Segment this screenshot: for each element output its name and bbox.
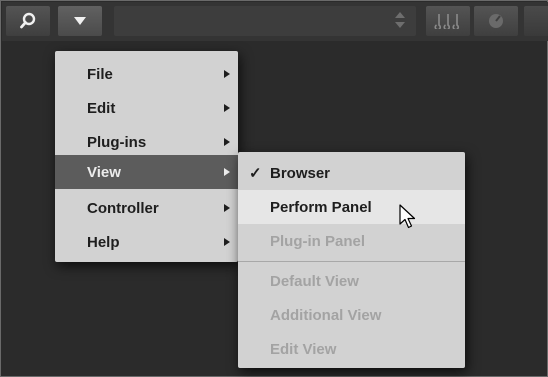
metronome-button[interactable] bbox=[474, 6, 518, 36]
menu-item-label: Edit bbox=[87, 99, 116, 117]
submenu-item-plug-in-panel: Plug-in Panel bbox=[238, 224, 465, 258]
submenu-arrow-icon bbox=[224, 204, 230, 212]
submenu-item-additional-view: Additional View bbox=[238, 298, 465, 332]
submenu-item-label: Plug-in Panel bbox=[270, 232, 366, 250]
menu-item-edit[interactable]: Edit bbox=[55, 91, 238, 125]
menu-separator bbox=[238, 261, 465, 262]
menu-item-label: File bbox=[87, 65, 113, 83]
metronome-icon bbox=[489, 14, 503, 28]
notes-button[interactable] bbox=[426, 6, 470, 36]
submenu-item-label: Edit View bbox=[270, 340, 337, 358]
main-menu-button[interactable] bbox=[58, 6, 102, 36]
menu-item-plug-ins[interactable]: Plug-ins bbox=[55, 125, 238, 159]
submenu-item-perform-panel[interactable]: Perform Panel bbox=[238, 190, 465, 224]
submenu-item-label: Default View bbox=[270, 272, 359, 290]
menu-item-controller[interactable]: Controller bbox=[55, 191, 238, 225]
submenu-item-label: Browser bbox=[270, 164, 331, 182]
submenu-arrow-icon bbox=[224, 168, 230, 176]
search-icon bbox=[20, 12, 36, 29]
main-menu: File Edit Plug-ins View Controller Help bbox=[55, 51, 238, 262]
submenu-arrow-icon bbox=[224, 238, 230, 246]
submenu-arrow-icon bbox=[224, 138, 230, 146]
submenu-item-browser[interactable]: ✓ Browser bbox=[238, 156, 465, 190]
mouse-pointer-icon bbox=[399, 204, 416, 229]
submenu-arrow-icon bbox=[224, 104, 230, 112]
project-name-field[interactable] bbox=[114, 6, 416, 36]
triangle-down-icon bbox=[74, 17, 86, 25]
menu-item-label: Help bbox=[87, 233, 120, 251]
checkmark-icon: ✓ bbox=[249, 165, 262, 182]
toolbar bbox=[2, 2, 548, 41]
menu-item-help[interactable]: Help bbox=[55, 225, 238, 259]
view-submenu: ✓ Browser Perform Panel Plug-in Panel De… bbox=[238, 152, 465, 368]
menu-item-label: Controller bbox=[87, 199, 159, 217]
submenu-arrow-icon bbox=[224, 70, 230, 78]
submenu-item-default-view: Default View bbox=[238, 264, 465, 298]
menu-item-label: View bbox=[87, 163, 121, 181]
submenu-item-edit-view: Edit View bbox=[238, 332, 465, 366]
menu-item-label: Plug-ins bbox=[87, 133, 147, 151]
up-down-stepper-icon[interactable] bbox=[394, 10, 406, 30]
submenu-item-label: Perform Panel bbox=[270, 198, 372, 216]
toolbar-edge-button[interactable] bbox=[524, 6, 548, 36]
submenu-item-label: Additional View bbox=[270, 306, 382, 324]
menu-item-view[interactable]: View bbox=[55, 155, 238, 189]
menu-item-file[interactable]: File bbox=[55, 57, 238, 91]
search-button[interactable] bbox=[6, 6, 50, 36]
music-notes-icon bbox=[434, 14, 460, 29]
